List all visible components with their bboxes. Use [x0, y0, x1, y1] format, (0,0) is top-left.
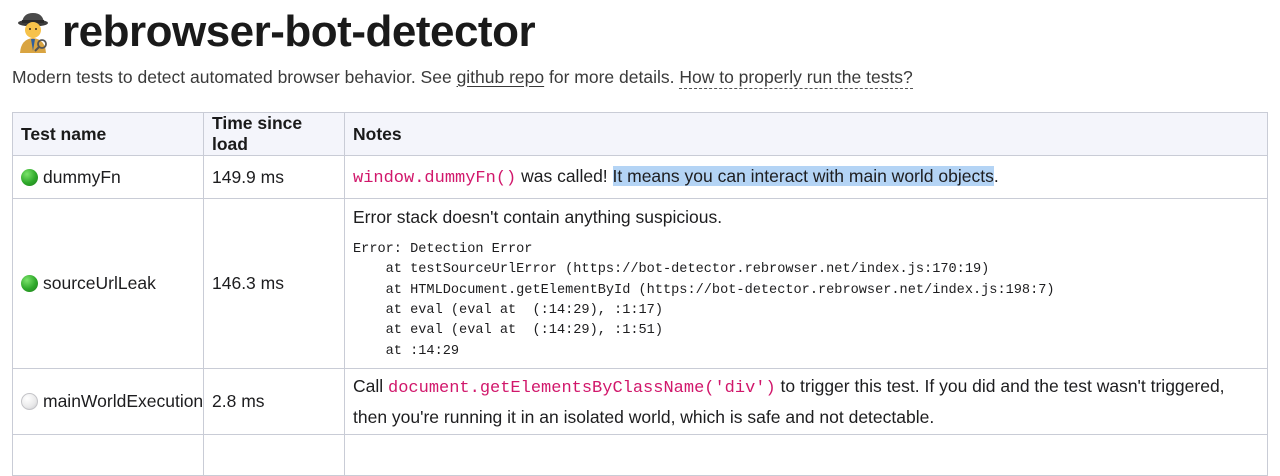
- subtitle-text: Modern tests to detect automated browser…: [12, 67, 457, 87]
- note-trailing: .: [993, 165, 999, 186]
- highlighted-text: It means you can interact with main worl…: [612, 165, 994, 186]
- inline-code: document.getElementsByClassName('div'): [388, 379, 776, 398]
- table-cell: [203, 434, 345, 476]
- table-cell: [344, 434, 1268, 476]
- table-header-row: Test name Time since load Notes: [12, 112, 1268, 156]
- test-name-cell: mainWorldExecution: [12, 368, 204, 435]
- column-header-notes: Notes: [344, 112, 1268, 156]
- inline-code: window.dummyFn(): [353, 168, 517, 188]
- note-text-before: Call: [353, 376, 389, 396]
- notes-cell: Error stack doesn't contain anything sus…: [344, 198, 1268, 369]
- green-circle-icon: [21, 275, 38, 292]
- test-name-cell: sourceUrlLeak: [12, 198, 204, 369]
- green-circle-icon: [21, 168, 38, 186]
- github-repo-link[interactable]: github repo: [457, 67, 545, 87]
- notes-cell: Call document.getElementsByClassName('di…: [344, 368, 1268, 435]
- results-table: Test name Time since load Notes dummyFn …: [12, 112, 1268, 476]
- page: rebrowser-bot-detector Modern tests to d…: [0, 0, 1280, 476]
- table-cell: [12, 434, 204, 476]
- page-subtitle: Modern tests to detect automated browser…: [12, 65, 1280, 89]
- column-header-test-name: Test name: [12, 112, 204, 156]
- page-title: rebrowser-bot-detector: [12, 0, 1280, 64]
- time-cell: 2.8 ms: [203, 368, 345, 435]
- subtitle-text-after: for more details.: [544, 67, 680, 87]
- table-row: mainWorldExecution 2.8 ms Call document.…: [12, 368, 1268, 435]
- column-header-time: Time since load: [203, 112, 345, 156]
- test-name: sourceUrlLeak: [43, 273, 156, 293]
- notes-cell: window.dummyFn() was called! It means yo…: [344, 155, 1268, 199]
- app-name: rebrowser-bot-detector: [62, 7, 536, 56]
- note-text: was called!: [516, 165, 613, 186]
- table-row: [12, 434, 1268, 476]
- white-circle-icon: [21, 393, 38, 410]
- error-stack: Error: Detection Error at testSourceUrlE…: [353, 242, 1055, 359]
- test-name: mainWorldExecution: [43, 391, 204, 411]
- detective-icon: [18, 13, 48, 53]
- test-name-cell: dummyFn: [12, 155, 204, 199]
- test-name: dummyFn: [43, 166, 121, 187]
- table-row: sourceUrlLeak 146.3 ms Error stack doesn…: [12, 198, 1268, 369]
- time-cell: 146.3 ms: [203, 198, 345, 369]
- note-text: Error stack doesn't contain anything sus…: [353, 207, 723, 228]
- table-row: dummyFn 149.9 ms window.dummyFn() was ca…: [12, 155, 1268, 199]
- time-cell: 149.9 ms: [203, 155, 345, 199]
- how-to-run-link[interactable]: How to properly run the tests?: [679, 67, 913, 89]
